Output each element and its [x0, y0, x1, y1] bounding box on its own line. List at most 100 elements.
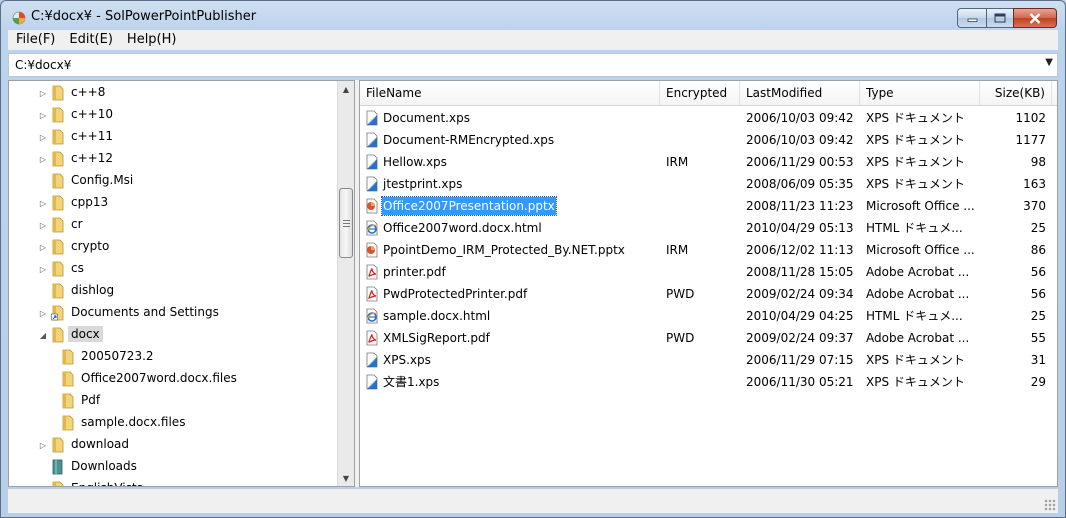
collapsed-arrow-icon[interactable]: ▷: [38, 242, 48, 252]
tree-vertical-scrollbar[interactable]: ▲ ▼: [337, 81, 354, 486]
collapsed-arrow-icon[interactable]: ▷: [38, 308, 48, 318]
file-encrypted: [666, 129, 736, 151]
folder-icon: [51, 217, 65, 233]
file-last-modified: 2010/04/29 04:25: [746, 309, 854, 323]
title-bar[interactable]: C:¥docx¥ - SolPowerPointPublisher: [1, 1, 1065, 31]
collapsed-arrow-icon[interactable]: ▷: [38, 132, 48, 142]
file-encrypted: PWD: [666, 287, 695, 301]
file-row[interactable]: printer.pdf 2008/11/28 15:05 Adobe Acrobat…: [360, 261, 1057, 283]
file-name: Document-RMEncrypted.xps: [383, 133, 555, 147]
tree-item[interactable]: ▷ c++10: [9, 105, 339, 125]
scroll-up-arrow-icon[interactable]: ▲: [338, 81, 354, 97]
collapsed-arrow-icon[interactable]: ▷: [38, 88, 48, 98]
path-combobox[interactable]: C:¥docx¥ ▼: [8, 53, 1058, 77]
main-content: ▷ c++8 ▷ c++10 ▷ c++11 ▷ c++12 Config.Msi ▷ cpp13 ▷…: [8, 80, 1058, 487]
resize-grip-icon[interactable]: [1044, 499, 1056, 511]
xps-icon: [364, 374, 380, 390]
column-header-encrypted[interactable]: Encrypted: [660, 81, 740, 106]
close-button[interactable]: [1013, 8, 1057, 28]
file-row[interactable]: Hellow.xps IRM 2006/11/29 00:53 XPS ドキュメント 9…: [360, 151, 1057, 173]
folder-icon: [51, 261, 65, 277]
tree-item[interactable]: ▷ crypto: [9, 237, 339, 257]
tree-item[interactable]: dishlog: [9, 281, 339, 301]
folder-icon: [51, 327, 65, 343]
column-header-size[interactable]: Size(KB): [980, 81, 1052, 106]
pptx-icon: [364, 242, 380, 258]
column-header-filename[interactable]: FileName: [360, 81, 660, 106]
tree-item[interactable]: ▷ EnglishVista: [9, 479, 339, 487]
file-row[interactable]: PwdProtectedPrinter.pdf PWD 2009/02/24 09:…: [360, 283, 1057, 305]
file-row[interactable]: 文書1.xps 2006/11/30 05:21 XPS ドキュメント 29: [360, 371, 1057, 393]
file-row[interactable]: PpointDemo_IRM_Protected_By.NET.pptx IRM 2…: [360, 239, 1057, 261]
tree-item[interactable]: ▷ c++8: [9, 83, 339, 103]
scroll-thumb[interactable]: [339, 188, 353, 258]
tree-item-label: EnglishVista: [68, 480, 147, 486]
tree-item[interactable]: ▷ cs: [9, 259, 339, 279]
file-last-modified: 2008/06/09 05:35: [746, 177, 854, 191]
column-header-type[interactable]: Type: [860, 81, 980, 106]
tree-item[interactable]: ▷ download: [9, 435, 339, 455]
tree-item[interactable]: 20050723.2: [9, 347, 339, 367]
tree-item[interactable]: Pdf: [9, 391, 339, 411]
file-row[interactable]: jtestprint.xps 2008/06/09 05:35 XPS ドキュメント…: [360, 173, 1057, 195]
collapsed-arrow-icon[interactable]: ▷: [38, 198, 48, 208]
file-row[interactable]: Office2007word.docx.html 2010/04/29 05:13…: [360, 217, 1057, 239]
tree-item[interactable]: sample.docx.files: [9, 413, 339, 433]
menu-edit[interactable]: Edit(E): [62, 30, 120, 50]
file-last-modified: 2008/11/28 15:05: [746, 265, 854, 279]
collapsed-arrow-icon[interactable]: ▷: [38, 264, 48, 274]
file-size: 1177: [1015, 133, 1046, 147]
folder-icon: [51, 85, 65, 101]
pdf-icon: [364, 330, 380, 346]
pdf-icon: [364, 264, 380, 280]
menu-file[interactable]: File(F): [9, 30, 62, 50]
tree-item-label: crypto: [71, 239, 110, 253]
tree-item[interactable]: ▷ cpp13: [9, 193, 339, 213]
file-row[interactable]: sample.docx.html 2010/04/29 04:25 HTML ドキュ…: [360, 305, 1057, 327]
file-encrypted: [666, 217, 736, 239]
collapsed-arrow-icon[interactable]: ▷: [38, 154, 48, 164]
html-icon: [364, 220, 380, 236]
file-size: 55: [1030, 331, 1046, 345]
file-row[interactable]: Document-RMEncrypted.xps 2006/10/03 09:42…: [360, 129, 1057, 151]
expanded-arrow-icon[interactable]: ◢: [38, 330, 48, 340]
file-type: XPS ドキュメント: [866, 111, 965, 125]
file-row[interactable]: XMLSigReport.pdf PWD 2009/02/24 09:37 Adobe…: [360, 327, 1057, 349]
folder-icon: [61, 349, 75, 365]
file-row[interactable]: XPS.xps 2006/11/29 07:15 XPS ドキュメント 31: [360, 349, 1057, 371]
collapsed-arrow-icon[interactable]: ▷: [38, 110, 48, 120]
folder-icon: [51, 107, 65, 123]
tree-item[interactable]: Config.Msi: [9, 171, 339, 191]
tree-item[interactable]: Office2007word.docx.files: [9, 369, 339, 389]
file-type: XPS ドキュメント: [866, 353, 965, 367]
folder-icon: [51, 283, 65, 299]
tree-item[interactable]: ▷ c++11: [9, 127, 339, 147]
scroll-down-arrow-icon[interactable]: ▼: [338, 470, 354, 486]
maximize-button[interactable]: [986, 8, 1013, 28]
file-type: Adobe Acrobat ...: [866, 331, 970, 345]
tree-item[interactable]: ▷ Documents and Settings: [9, 303, 339, 323]
tree-item[interactable]: ▷ cr: [9, 215, 339, 235]
file-encrypted: IRM: [666, 155, 689, 169]
file-type: XPS ドキュメント: [866, 177, 965, 191]
file-size: 56: [1030, 287, 1046, 301]
column-header-lastmodified[interactable]: LastModified: [740, 81, 860, 106]
chevron-down-icon[interactable]: ▼: [1045, 57, 1053, 68]
tree-item-label: docx: [68, 326, 103, 342]
collapsed-arrow-icon[interactable]: ▷: [38, 440, 48, 450]
file-size: 370: [1023, 199, 1046, 213]
tree-item[interactable]: Downloads: [9, 457, 339, 477]
tree-item-label: Downloads: [71, 459, 137, 473]
tree-item[interactable]: ◢ docx: [9, 325, 339, 345]
tree-item[interactable]: ▷ c++12: [9, 149, 339, 169]
tree-item-label: download: [71, 437, 130, 451]
file-row[interactable]: Office2007Presentation.pptx 2008/11/23 11…: [360, 195, 1057, 217]
menu-help[interactable]: Help(H): [120, 30, 184, 50]
collapsed-arrow-icon[interactable]: ▷: [38, 220, 48, 230]
window-title: C:¥docx¥ - SolPowerPointPublisher: [31, 9, 257, 24]
minimize-button[interactable]: [957, 8, 986, 28]
xps-icon: [364, 154, 380, 170]
file-row[interactable]: Document.xps 2006/10/03 09:42 XPS ドキュメント 11…: [360, 107, 1057, 129]
file-name: PpointDemo_IRM_Protected_By.NET.pptx: [383, 243, 625, 257]
collapsed-arrow-icon[interactable]: ▷: [38, 484, 48, 487]
